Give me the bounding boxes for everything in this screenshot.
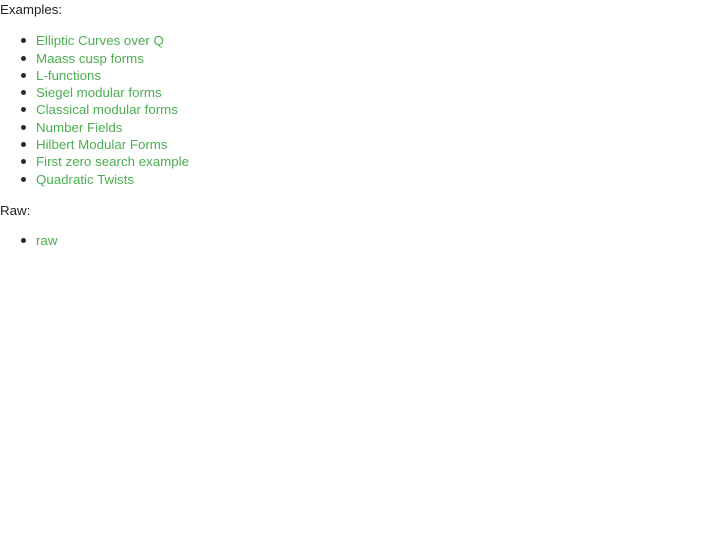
examples-section-label: Examples: — [0, 2, 63, 17]
list-item: Hilbert Modular Forms — [0, 136, 727, 153]
example-link-siegel-modular-forms[interactable]: Siegel modular forms — [36, 85, 162, 100]
raw-link[interactable]: raw — [36, 233, 57, 248]
disc-bullet-icon — [21, 72, 26, 78]
example-link-number-fields[interactable]: Number Fields — [36, 120, 122, 135]
disc-bullet-icon — [21, 176, 26, 182]
examples-link-list: Elliptic Curves over Q Maass cusp forms … — [0, 32, 727, 188]
disc-bullet-icon — [21, 238, 26, 244]
disc-bullet-icon — [21, 90, 26, 96]
list-item: Maass cusp forms — [0, 50, 727, 67]
example-link-first-zero-search-example[interactable]: First zero search example — [36, 154, 189, 169]
list-item: Siegel modular forms — [0, 84, 727, 101]
list-item: L-functions — [0, 67, 727, 84]
raw-section-label: Raw: — [0, 202, 31, 218]
disc-bullet-icon — [21, 142, 26, 148]
list-item: raw — [0, 232, 727, 249]
list-item: Quadratic Twists — [0, 171, 727, 188]
disc-bullet-icon — [21, 38, 26, 44]
example-link-classical-modular-forms[interactable]: Classical modular forms — [36, 102, 178, 117]
disc-bullet-icon — [21, 55, 26, 61]
example-link-maass-cusp-forms[interactable]: Maass cusp forms — [36, 51, 144, 66]
list-item: Elliptic Curves over Q — [0, 32, 727, 49]
example-link-quadratic-twists[interactable]: Quadratic Twists — [36, 172, 134, 187]
example-link-l-functions[interactable]: L-functions — [36, 68, 101, 83]
disc-bullet-icon — [21, 124, 26, 130]
disc-bullet-icon — [21, 159, 26, 165]
list-item: First zero search example — [0, 153, 727, 170]
list-item: Number Fields — [0, 119, 727, 136]
example-link-hilbert-modular-forms[interactable]: Hilbert Modular Forms — [36, 137, 168, 152]
example-link-elliptic-curves-over-q[interactable]: Elliptic Curves over Q — [36, 33, 164, 48]
page-root: Examples: Elliptic Curves over Q Maass c… — [0, 1, 727, 546]
disc-bullet-icon — [21, 107, 26, 113]
raw-link-list: raw — [0, 232, 727, 249]
list-item: Classical modular forms — [0, 101, 727, 118]
